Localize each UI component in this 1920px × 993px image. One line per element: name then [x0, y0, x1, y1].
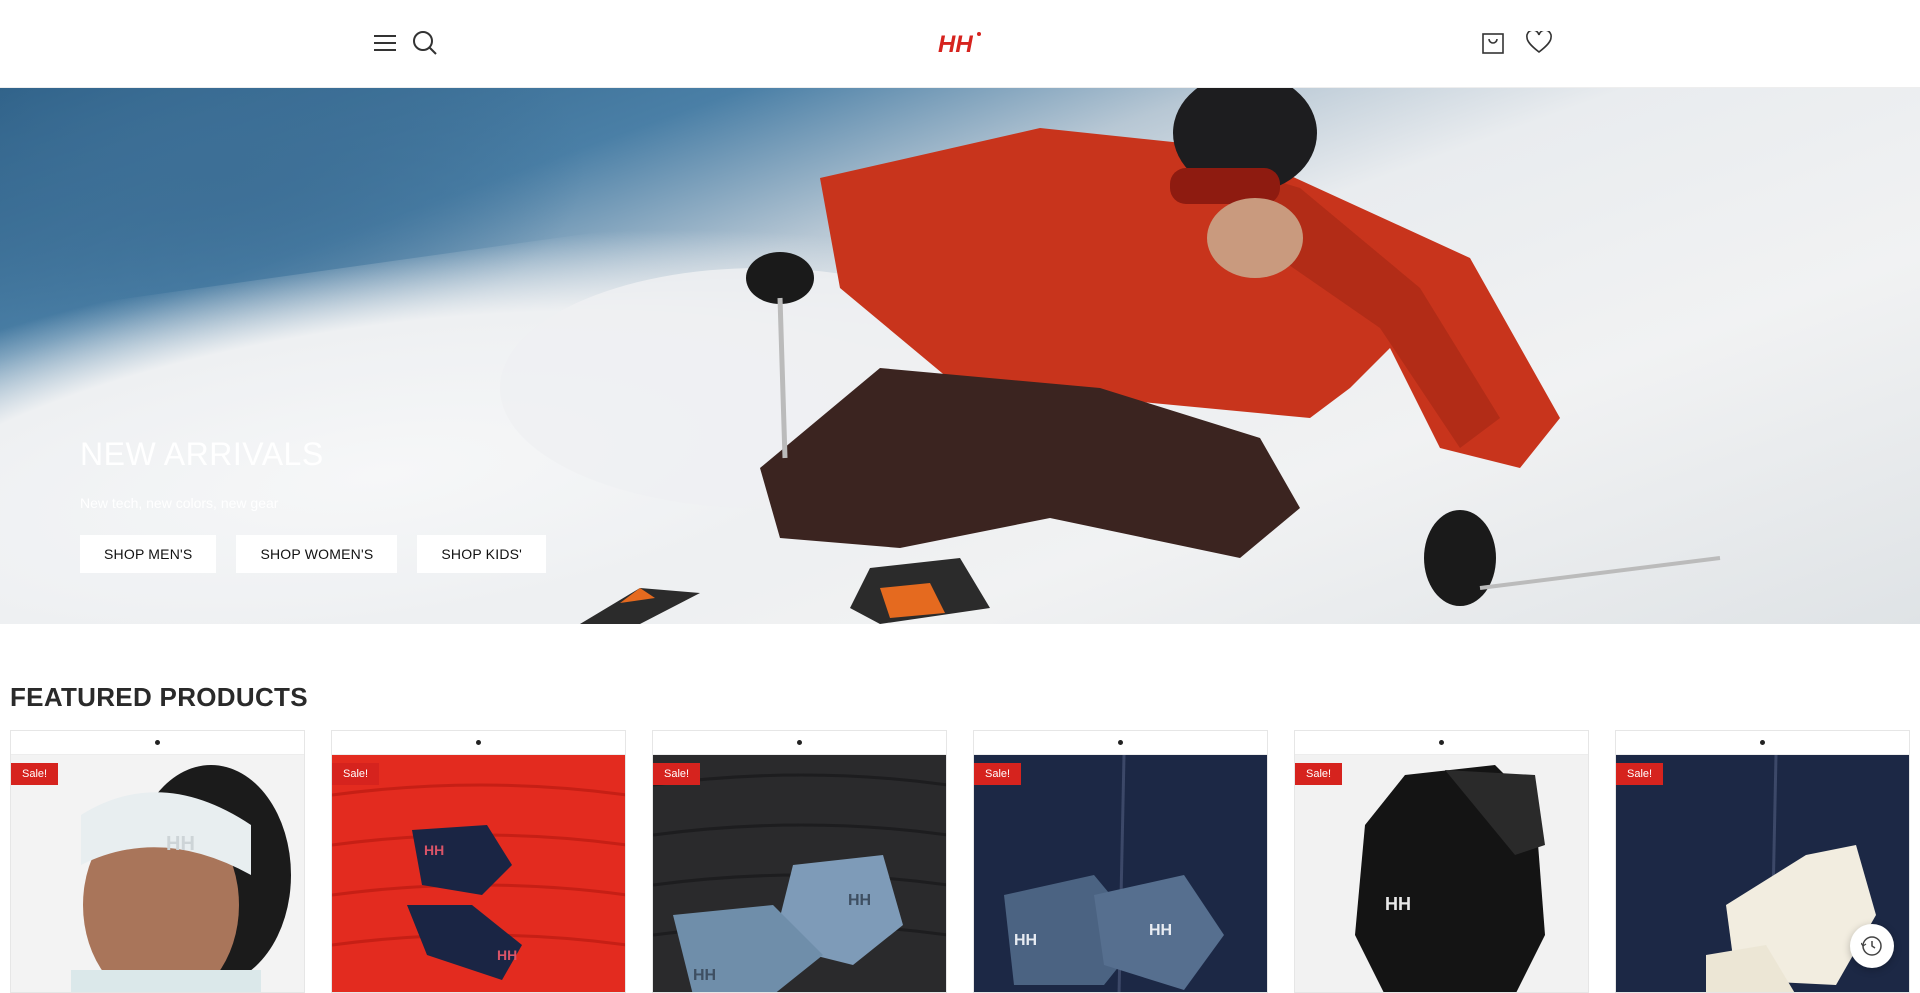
product-card[interactable]: Sale! HH [1294, 730, 1589, 993]
product-image-navy-gloves-navy-jacket[interactable]: HH HH [974, 755, 1268, 993]
pagination-dot[interactable] [1439, 740, 1444, 745]
hero-button-group: SHOP MEN'S SHOP WOMEN'S SHOP KIDS' [80, 535, 547, 573]
card-pagination [974, 731, 1267, 755]
card-pagination [332, 731, 625, 755]
pagination-dot[interactable] [155, 740, 160, 745]
product-image-blue-gloves-black-jacket[interactable]: HH HH [653, 755, 947, 993]
search-icon[interactable] [412, 30, 438, 56]
card-pagination [1616, 731, 1909, 755]
svg-text:HH: HH [1149, 922, 1172, 939]
svg-text:HH: HH [1014, 932, 1037, 949]
product-card[interactable]: Sale! HH HH [652, 730, 947, 993]
sale-badge: Sale! [11, 763, 59, 785]
svg-text:HH: HH [693, 967, 716, 984]
product-image-navy-gloves-red-jacket[interactable]: HH HH [332, 755, 626, 993]
shop-mens-button[interactable]: SHOP MEN'S [80, 535, 217, 573]
sale-badge: Sale! [653, 763, 701, 785]
pagination-dot[interactable] [1760, 740, 1765, 745]
pagination-dot[interactable] [1118, 740, 1123, 745]
sale-badge: Sale! [1295, 763, 1343, 785]
product-card[interactable]: Sale! HH [10, 730, 305, 993]
product-image-black-mittens[interactable]: HH [1295, 755, 1589, 993]
header-left-tools [372, 30, 438, 56]
svg-text:HH: HH [938, 31, 973, 56]
product-image-white-headband[interactable]: HH [11, 755, 305, 993]
pagination-dot[interactable] [476, 740, 481, 745]
cart-icon[interactable] [1480, 30, 1506, 56]
card-pagination [653, 731, 946, 755]
svg-text:HH: HH [848, 892, 871, 909]
product-card[interactable]: Sale! HH HH [331, 730, 626, 993]
svg-text:HH: HH [166, 833, 195, 855]
shop-womens-button[interactable]: SHOP WOMEN'S [236, 535, 398, 573]
pagination-dot[interactable] [797, 740, 802, 745]
svg-text:HH: HH [424, 842, 444, 858]
sale-badge: Sale! [332, 763, 380, 785]
brand-logo[interactable]: HH [936, 30, 982, 58]
hero-subtitle: New tech, new colors, new gear [80, 495, 279, 511]
product-card[interactable]: Sale! HH HH [973, 730, 1268, 993]
sale-badge: Sale! [974, 763, 1022, 785]
svg-text:HH: HH [497, 947, 517, 963]
featured-products-title: FEATURED PRODUCTS [10, 682, 308, 712]
product-carousel: Sale! HH Sale! HH HH Sale! HH HH Sale! H… [10, 730, 1910, 993]
hero-title: NEW ARRIVALS [80, 436, 324, 472]
card-pagination [1295, 731, 1588, 755]
heart-icon[interactable] [1526, 30, 1552, 56]
menu-icon[interactable] [372, 30, 398, 56]
header-right-tools [1480, 30, 1552, 56]
card-pagination [11, 731, 304, 755]
sale-badge: Sale! [1616, 763, 1664, 785]
svg-text:HH: HH [1385, 894, 1411, 914]
site-header: HH [0, 0, 1920, 88]
shop-kids-button[interactable]: SHOP KIDS' [417, 535, 547, 573]
history-icon[interactable] [1850, 924, 1894, 968]
hero-banner: NEW ARRIVALS New tech, new colors, new g… [0, 88, 1920, 624]
